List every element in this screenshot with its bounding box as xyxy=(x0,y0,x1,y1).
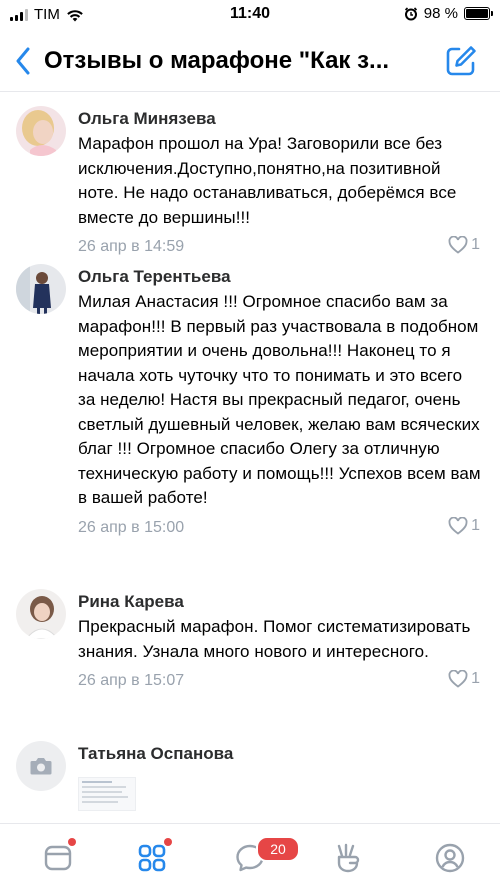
clips-icon xyxy=(337,843,360,873)
avatar[interactable] xyxy=(16,264,66,314)
tab-profile[interactable] xyxy=(432,840,468,876)
news-icon xyxy=(44,845,72,871)
comment-text: Марафон прошол на Ура! Заговорили все бе… xyxy=(78,134,457,227)
like-button[interactable]: 1 xyxy=(448,516,480,535)
comment-date: 26 апр в 15:07 xyxy=(78,672,185,689)
tab-news[interactable] xyxy=(40,838,76,876)
tab-services[interactable] xyxy=(134,838,172,876)
like-count: 1 xyxy=(471,236,480,253)
avatar[interactable] xyxy=(16,741,66,791)
comment-text: Прекрасный марафон. Помог систематизиров… xyxy=(78,617,471,661)
avatar[interactable] xyxy=(16,106,66,156)
comment-text: Милая Анастасия !!! Огромное спасибо вам… xyxy=(78,292,481,507)
bottom-tab-bar: 20 xyxy=(0,823,500,889)
comment-meta: 26 апр в 15:00 1 xyxy=(78,515,484,541)
chevron-left-icon xyxy=(16,47,30,75)
compose-button[interactable] xyxy=(444,44,478,78)
battery-icon xyxy=(464,7,493,20)
comment-date: 26 апр в 14:59 xyxy=(78,238,185,255)
heart-icon xyxy=(448,670,468,688)
services-icon xyxy=(138,844,166,872)
comment-author[interactable]: Рина Карева xyxy=(78,591,484,613)
like-button[interactable]: 1 xyxy=(448,236,480,254)
messages-badge: 20 xyxy=(256,836,300,862)
notification-dot xyxy=(68,838,76,846)
comment-item: Ольга Терентьева Милая Анастасия !!! Огр… xyxy=(0,256,500,581)
like-count: 1 xyxy=(471,516,480,534)
avatar-photo xyxy=(16,106,66,156)
like-button[interactable]: 1 xyxy=(448,670,480,688)
back-button[interactable] xyxy=(10,46,36,76)
comment-item: Татьяна Оспанова xyxy=(0,733,500,823)
avatar-photo xyxy=(16,589,66,639)
avatar[interactable] xyxy=(16,589,66,639)
comment-author[interactable]: Ольга Терентьева xyxy=(78,266,484,288)
attachment-thumbnail[interactable] xyxy=(78,777,136,811)
comment-date: 26 апр в 15:00 xyxy=(78,518,185,536)
battery-percent: 98 % xyxy=(423,5,458,22)
comment-item: Рина Карева Прекрасный марафон. Помог си… xyxy=(0,581,500,733)
comment-meta: 26 апр в 15:07 1 xyxy=(78,668,484,694)
like-count: 1 xyxy=(471,670,480,687)
comment-author[interactable]: Ольга Минязева xyxy=(78,108,484,130)
alarm-icon xyxy=(404,6,417,20)
edit-icon xyxy=(446,46,476,76)
comments-list: Ольга Минязева Марафон прошол на Ура! За… xyxy=(0,92,500,823)
heart-icon xyxy=(448,236,468,254)
page-title: Отзывы о марафоне "Как з... xyxy=(44,47,390,74)
notification-dot xyxy=(164,838,172,846)
avatar-photo xyxy=(16,264,66,314)
heart-icon xyxy=(448,516,468,535)
camera-icon xyxy=(30,758,52,775)
top-nav: Отзывы о марафоне "Как з... xyxy=(0,30,500,92)
comment-item: Ольга Минязева Марафон прошол на Ура! За… xyxy=(0,92,500,256)
status-right: 98 % xyxy=(404,5,493,22)
tab-clips[interactable] xyxy=(330,840,366,876)
comment-author[interactable]: Татьяна Оспанова xyxy=(78,743,484,765)
status-bar: TIM 11:40 98 % xyxy=(0,0,500,30)
profile-icon xyxy=(435,843,465,873)
